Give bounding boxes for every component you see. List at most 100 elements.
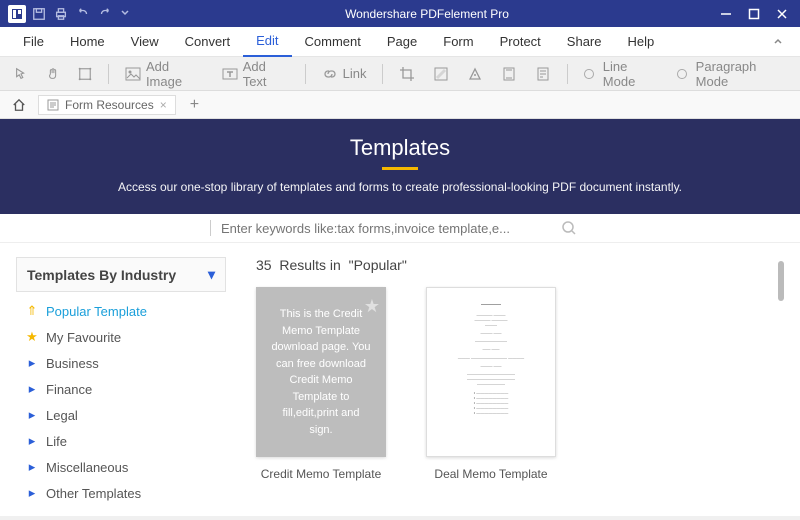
sidebar-header[interactable]: Templates By Industry ▾ xyxy=(16,257,226,292)
menu-page[interactable]: Page xyxy=(374,27,430,57)
cards-grid: ★ This is the Credit Memo Template downl… xyxy=(256,287,784,481)
arrow-icon: ▸ xyxy=(26,433,38,449)
window-title: Wondershare PDFelement Pro xyxy=(134,7,720,21)
paragraph-mode-label: Paragraph Mode xyxy=(696,59,786,89)
select-tool[interactable] xyxy=(8,60,34,88)
menu-home[interactable]: Home xyxy=(57,27,118,57)
add-text-label: Add Text xyxy=(243,59,289,89)
app-logo xyxy=(8,5,26,23)
title-bar: Wondershare PDFelement Pro xyxy=(0,0,800,27)
collapse-ribbon-button[interactable] xyxy=(766,36,790,48)
toolbar-separator xyxy=(108,64,109,84)
template-thumbnail: ———— ———— ——————— ——————— ——— —— ———————… xyxy=(426,287,556,457)
sidebar-item-popular[interactable]: ⇑Popular Template xyxy=(20,298,226,324)
link-button[interactable]: Link xyxy=(316,60,373,88)
undo-icon[interactable] xyxy=(76,7,90,21)
results-panel: 35 Results in "Popular" ★ This is the Cr… xyxy=(256,257,784,520)
link-icon xyxy=(322,67,338,81)
menu-edit[interactable]: Edit xyxy=(243,27,291,57)
sidebar-item-other[interactable]: ▸Other Templates xyxy=(20,480,226,506)
toolbar-separator xyxy=(567,64,568,84)
header-footer-tool[interactable] xyxy=(495,60,523,88)
templates-main: Templates By Industry ▾ ⇑Popular Templat… xyxy=(8,243,792,520)
paragraph-mode-radio[interactable]: Paragraph Mode xyxy=(671,60,792,88)
tab-close-button[interactable]: × xyxy=(160,98,167,112)
sidebar-item-legal[interactable]: ▸Legal xyxy=(20,402,226,428)
arrow-icon: ▸ xyxy=(26,459,38,475)
sidebar-item-misc[interactable]: ▸Miscellaneous xyxy=(20,454,226,480)
close-button[interactable] xyxy=(776,8,788,20)
search-icon[interactable] xyxy=(561,220,577,236)
arrow-icon: ▸ xyxy=(26,355,38,371)
scrollbar[interactable] xyxy=(778,261,784,301)
radio-icon xyxy=(584,69,593,79)
sidebar-item-business[interactable]: ▸Business xyxy=(20,350,226,376)
menu-help[interactable]: Help xyxy=(615,27,668,57)
new-tab-button[interactable]: + xyxy=(182,96,207,114)
menu-bar: File Home View Convert Edit Comment Page… xyxy=(0,27,800,57)
banner-subtitle: Access our one-stop library of templates… xyxy=(24,180,776,194)
search-input[interactable] xyxy=(221,221,561,236)
template-label: Credit Memo Template xyxy=(256,467,386,481)
results-header: 35 Results in "Popular" xyxy=(256,257,784,273)
edit-toolbar: Add Image Add Text Link Line Mode Paragr… xyxy=(0,57,800,91)
sidebar-list: ⇑Popular Template ★My Favourite ▸Busines… xyxy=(16,292,226,506)
add-image-button[interactable]: Add Image xyxy=(119,60,210,88)
menu-view[interactable]: View xyxy=(118,27,172,57)
document-tab-bar: Form Resources × + xyxy=(0,91,800,119)
sidebar-item-favourite[interactable]: ★My Favourite xyxy=(20,324,226,350)
arrow-icon: ▸ xyxy=(26,485,38,501)
results-prefix: Results in xyxy=(279,257,340,273)
menu-convert[interactable]: Convert xyxy=(172,27,244,57)
minimize-button[interactable] xyxy=(720,8,732,20)
content-area: Templates Access our one-stop library of… xyxy=(0,119,800,516)
home-tab-button[interactable] xyxy=(6,98,32,112)
template-thumbnail: ★ This is the Credit Memo Template downl… xyxy=(256,287,386,457)
add-text-button[interactable]: Add Text xyxy=(216,60,295,88)
sidebar-item-life[interactable]: ▸Life xyxy=(20,428,226,454)
document-tab[interactable]: Form Resources × xyxy=(38,95,176,115)
popular-icon: ⇑ xyxy=(26,303,38,319)
menu-comment[interactable]: Comment xyxy=(292,27,374,57)
menu-form[interactable]: Form xyxy=(430,27,486,57)
save-icon[interactable] xyxy=(32,7,46,21)
edit-object-tool[interactable] xyxy=(72,60,98,88)
results-filter: "Popular" xyxy=(349,257,407,273)
background-tool[interactable] xyxy=(461,60,489,88)
bates-tool[interactable] xyxy=(529,60,557,88)
add-image-label: Add Image xyxy=(146,59,204,89)
tab-icon xyxy=(47,99,59,111)
tab-label: Form Resources xyxy=(65,98,154,112)
line-mode-label: Line Mode xyxy=(603,59,659,89)
maximize-button[interactable] xyxy=(748,8,760,20)
menu-share[interactable]: Share xyxy=(554,27,615,57)
chevron-down-icon: ▾ xyxy=(208,266,215,283)
crop-tool[interactable] xyxy=(393,60,421,88)
arrow-icon: ▸ xyxy=(26,407,38,423)
template-label: Deal Memo Template xyxy=(426,467,556,481)
qat-dropdown-icon[interactable] xyxy=(120,7,134,21)
template-card[interactable]: ———— ———— ——————— ——————— ——— —— ———————… xyxy=(426,287,556,481)
redo-icon[interactable] xyxy=(98,7,112,21)
image-icon xyxy=(125,67,141,81)
hand-tool[interactable] xyxy=(40,60,66,88)
results-count: 35 xyxy=(256,257,272,273)
menu-protect[interactable]: Protect xyxy=(487,27,554,57)
template-card[interactable]: ★ This is the Credit Memo Template downl… xyxy=(256,287,386,481)
arrow-icon: ▸ xyxy=(26,381,38,397)
link-label: Link xyxy=(343,66,367,81)
toolbar-separator xyxy=(305,64,306,84)
menu-file[interactable]: File xyxy=(10,27,57,57)
banner-underline xyxy=(382,167,418,170)
quick-access-toolbar xyxy=(32,7,134,21)
favourite-icon[interactable]: ★ xyxy=(364,293,380,320)
templates-banner: Templates Access our one-stop library of… xyxy=(0,119,800,214)
line-mode-radio[interactable]: Line Mode xyxy=(578,60,665,88)
radio-icon xyxy=(677,69,686,79)
star-icon: ★ xyxy=(26,329,38,345)
toolbar-separator xyxy=(382,64,383,84)
print-icon[interactable] xyxy=(54,7,68,21)
watermark-tool[interactable] xyxy=(427,60,455,88)
thumbnail-text: This is the Credit Memo Template downloa… xyxy=(270,306,372,438)
sidebar-item-finance[interactable]: ▸Finance xyxy=(20,376,226,402)
